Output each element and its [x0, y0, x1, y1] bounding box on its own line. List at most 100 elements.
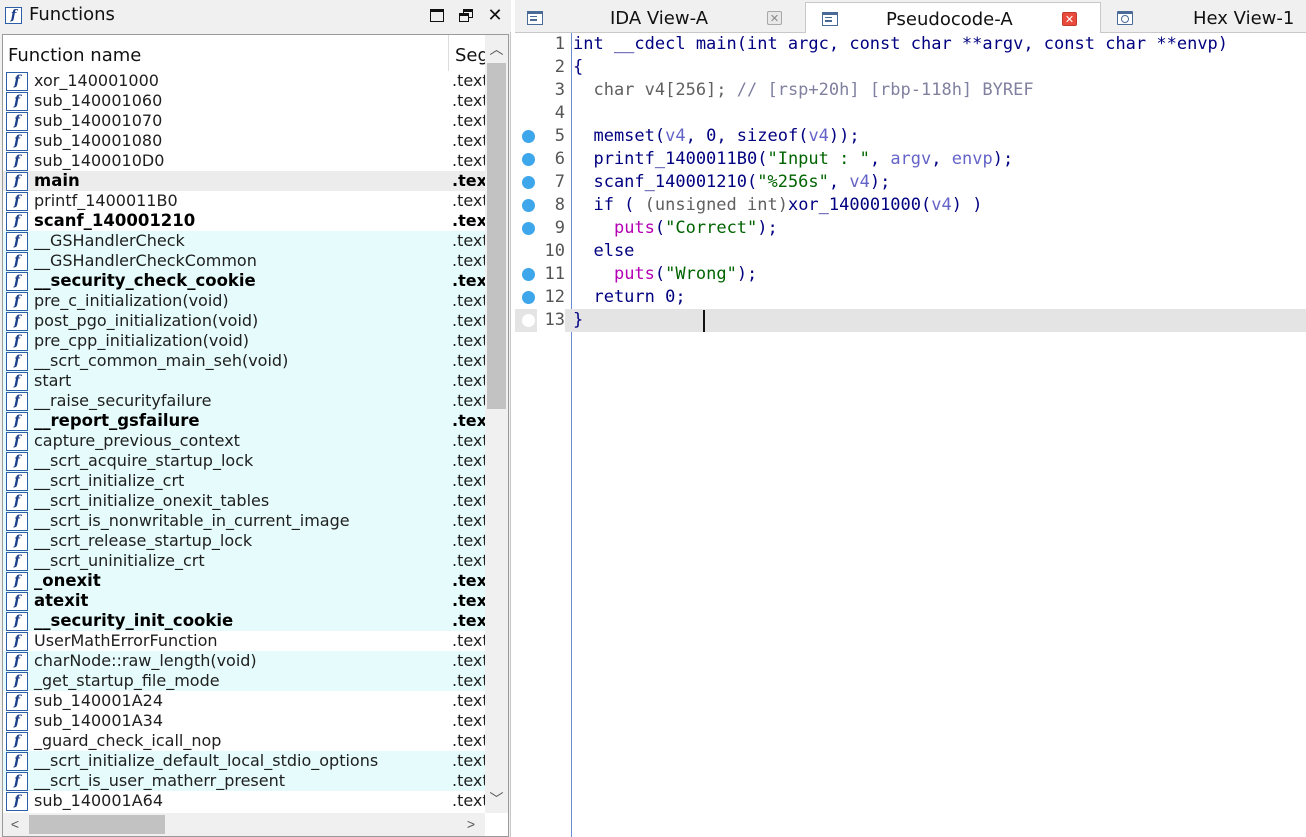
function-row[interactable]: f pre_cpp_initialization(void) .text — [3, 331, 485, 351]
vertical-scroll-thumb[interactable] — [487, 63, 506, 409]
function-row[interactable]: f __report_gsfailure .text — [3, 411, 485, 431]
code-line[interactable]: 9 puts("Correct"); — [515, 217, 1306, 240]
function-row[interactable]: f capture_previous_context .text — [3, 431, 485, 451]
function-row[interactable]: f sub_140001A64 .text — [3, 791, 485, 811]
code-line[interactable]: 10 else — [515, 240, 1306, 263]
code-line[interactable]: 8 if ( (unsigned int)xor_140001000(v4) ) — [515, 194, 1306, 217]
breakpoint-marker-icon[interactable] — [522, 314, 535, 327]
line-number: 9 — [554, 218, 565, 238]
function-row[interactable]: f sub_140001060 .text — [3, 91, 485, 111]
function-row[interactable]: f __security_init_cookie .text — [3, 611, 485, 631]
breakpoint-marker-icon[interactable] — [522, 291, 535, 304]
function-row[interactable]: f xor_140001000 .text — [3, 71, 485, 91]
code-line[interactable]: 1 int __cdecl main(int argc, const char *… — [515, 33, 1306, 56]
restore-icon[interactable] — [457, 6, 477, 26]
column-header-segment[interactable]: Segment — [455, 45, 485, 66]
function-row[interactable]: f pre_c_initialization(void) .text — [3, 291, 485, 311]
breakpoint-marker-icon[interactable] — [522, 222, 535, 235]
code-line[interactable]: 3 char v4[256]; // [rsp+20h] [rbp-118h] … — [515, 79, 1306, 102]
function-row[interactable]: f __raise_securityfailure .text — [3, 391, 485, 411]
code-text: if ( (unsigned int)xor_140001000(v4) ) — [573, 194, 982, 217]
function-row[interactable]: fmain .text — [3, 171, 485, 191]
scroll-right-icon[interactable]: > — [463, 813, 479, 836]
breakpoint-marker-icon[interactable] — [522, 245, 535, 258]
close-icon[interactable]: ✕ — [485, 6, 505, 26]
function-name: __scrt_release_startup_lock — [34, 531, 253, 550]
code-line[interactable]: 4 — [515, 102, 1306, 125]
code-text: printf_1400011B0("Input : ", argv, envp)… — [573, 148, 1013, 171]
scroll-up-icon[interactable]: ︿ — [485, 39, 508, 59]
pseudocode-view[interactable]: 1 int __cdecl main(int argc, const char *… — [515, 33, 1306, 837]
code-line[interactable]: 11 puts("Wrong"); — [515, 263, 1306, 286]
horizontal-scrollbar[interactable]: < > — [3, 813, 485, 836]
code-line[interactable]: 6 printf_1400011B0("Input : ", argv, env… — [515, 148, 1306, 171]
function-row[interactable]: f scanf_140001210 .text — [3, 211, 485, 231]
function-row[interactable]: f printf_1400011B0 .text — [3, 191, 485, 211]
function-row[interactable]: f __scrt_common_main_seh(void) .text — [3, 351, 485, 371]
code-token: xor_140001000( — [787, 195, 932, 215]
breakpoint-marker-icon[interactable] — [522, 199, 535, 212]
breakpoint-marker-icon[interactable] — [522, 130, 535, 143]
function-row[interactable]: f __security_check_cookie .text — [3, 271, 485, 291]
function-segment: .text — [452, 291, 485, 310]
column-header-function-name[interactable]: Function name — [8, 45, 141, 66]
function-row[interactable]: f __scrt_initialize_default_local_stdio_o… — [3, 751, 485, 771]
breakpoint-marker-icon[interactable] — [522, 268, 535, 281]
function-icon: f — [6, 692, 28, 711]
tab-pseudocode-a[interactable]: Pseudocode-A ✕ — [805, 2, 1101, 34]
function-icon: f — [6, 152, 28, 171]
function-name: sub_140001060 — [34, 91, 163, 110]
scroll-down-icon[interactable]: ﹀ — [485, 789, 508, 809]
code-token: (unsigned int) — [644, 195, 788, 215]
function-row[interactable]: f charNode::raw_length(void) .text — [3, 651, 485, 671]
line-number: 8 — [554, 195, 565, 215]
function-row[interactable]: fatexit .text — [3, 591, 485, 611]
breakpoint-marker-icon[interactable] — [522, 107, 535, 120]
line-number: 3 — [554, 80, 565, 100]
function-row[interactable]: f sub_140001070 .text — [3, 111, 485, 131]
vertical-scrollbar[interactable]: ︿ ﹀ — [485, 35, 508, 813]
function-name: __raise_securityfailure — [34, 391, 212, 410]
code-token: ( — [654, 264, 666, 284]
breakpoint-marker-icon[interactable] — [522, 61, 535, 74]
function-row[interactable]: f __GSHandlerCheck .text — [3, 231, 485, 251]
tab-hex-view-1[interactable]: Hex View-1 — [1103, 2, 1306, 33]
function-row[interactable]: f __GSHandlerCheckCommon .text — [3, 251, 485, 271]
function-row[interactable]: f sub_140001080 .text — [3, 131, 485, 151]
function-row[interactable]: f __scrt_is_nonwritable_in_current_image.… — [3, 511, 485, 531]
code-line[interactable]: 2{ — [515, 56, 1306, 79]
scroll-left-icon[interactable]: < — [7, 813, 23, 836]
function-row[interactable]: f __scrt_acquire_startup_lock .text — [3, 451, 485, 471]
column-divider[interactable] — [448, 35, 449, 71]
code-line[interactable]: 5 memset(v4, 0, sizeof(v4)); — [515, 125, 1306, 148]
function-row[interactable]: f sub_140001A24 .text — [3, 691, 485, 711]
code-line[interactable]: 13} — [515, 309, 1306, 332]
function-row[interactable]: f UserMathErrorFunction .text — [3, 631, 485, 651]
function-row[interactable]: fstart .text — [3, 371, 485, 391]
breakpoint-marker-icon[interactable] — [522, 84, 535, 97]
close-tab-icon[interactable]: ✕ — [767, 11, 782, 25]
code-line[interactable]: 12 return 0; — [515, 286, 1306, 309]
function-row[interactable]: f sub_140001A34 .text — [3, 711, 485, 731]
function-row[interactable]: f _onexit .text — [3, 571, 485, 591]
function-row[interactable]: f __scrt_initialize_crt .text — [3, 471, 485, 491]
breakpoint-marker-icon[interactable] — [522, 153, 535, 166]
function-row[interactable]: f _guard_check_icall_nop .text — [3, 731, 485, 751]
line-number: 13 — [537, 309, 565, 332]
function-row[interactable]: f __scrt_uninitialize_crt .text — [3, 551, 485, 571]
function-row[interactable]: f __scrt_is_user_matherr_present .text — [3, 771, 485, 791]
function-row[interactable]: f _get_startup_file_mode .text — [3, 671, 485, 691]
close-tab-icon[interactable]: ✕ — [1062, 12, 1077, 26]
horizontal-scroll-thumb[interactable] — [29, 815, 165, 834]
breakpoint-marker-icon[interactable] — [522, 38, 535, 51]
function-row[interactable]: f __scrt_release_startup_lock .text — [3, 531, 485, 551]
function-row[interactable]: f post_pgo_initialization(void) .text — [3, 311, 485, 331]
breakpoint-marker-icon[interactable] — [522, 176, 535, 189]
code-line[interactable]: 7 scanf_140001210("%256s", v4); — [515, 171, 1306, 194]
code-token: ); — [757, 218, 778, 238]
function-row[interactable]: f __scrt_initialize_onexit_tables .text — [3, 491, 485, 511]
tab-ida-view-a[interactable]: IDA View-A ✕ — [515, 2, 805, 33]
function-row[interactable]: f sub_1400010D0 .text — [3, 151, 485, 171]
maximize-icon[interactable] — [427, 6, 447, 26]
code-token: argv — [890, 149, 932, 169]
